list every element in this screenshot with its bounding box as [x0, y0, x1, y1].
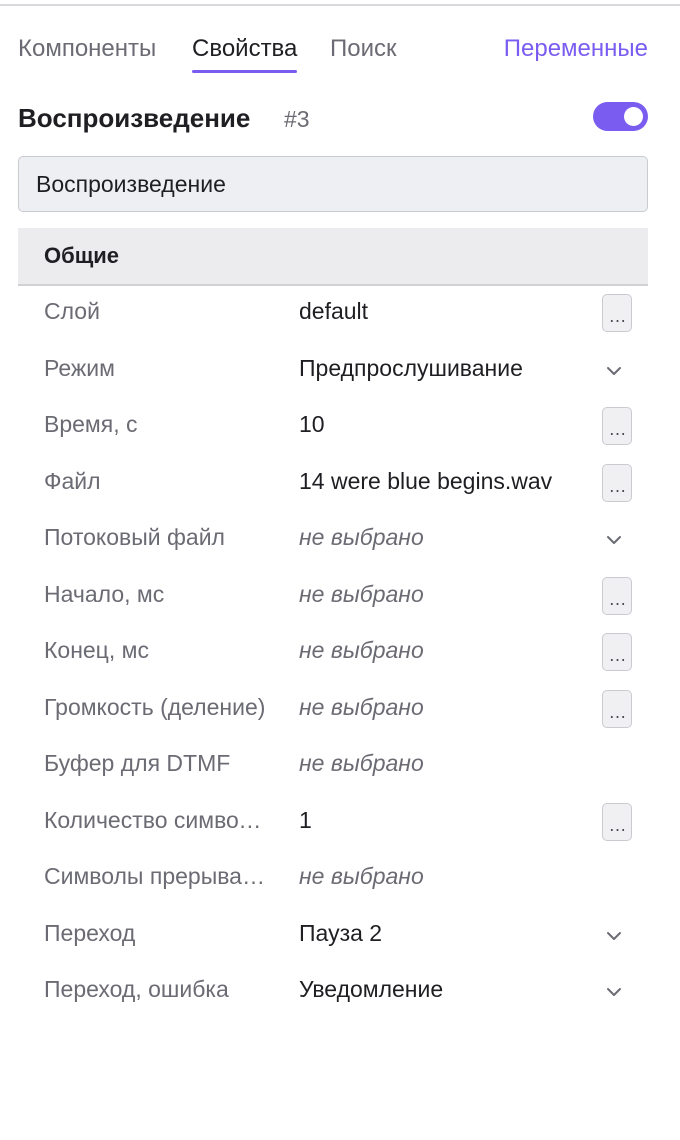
top-border — [0, 4, 680, 6]
more-options-button[interactable]: … — [602, 577, 632, 615]
tab-properties[interactable]: Свойства — [192, 34, 298, 73]
property-label: Переход — [44, 920, 136, 946]
property-value[interactable]: не выбрано — [299, 581, 571, 608]
more-options-button[interactable]: … — [602, 633, 632, 671]
property-row: Конец, мс не выбрано … — [0, 625, 680, 681]
property-label: Буфер для DTMF — [44, 750, 231, 776]
more-options-button[interactable]: … — [602, 407, 632, 445]
chevron-down-icon[interactable] — [604, 926, 624, 946]
more-options-button[interactable]: … — [602, 464, 632, 502]
property-value[interactable]: не выбрано — [299, 863, 571, 890]
property-value[interactable]: не выбрано — [299, 524, 571, 551]
property-label: Время, с — [44, 411, 138, 437]
tab-variables[interactable]: Переменные — [504, 34, 648, 64]
property-value[interactable]: не выбрано — [299, 637, 571, 664]
property-label: Переход, ошибка — [44, 976, 229, 1002]
chevron-down-icon[interactable] — [604, 982, 624, 1002]
section-title: Общие — [44, 243, 120, 268]
property-value[interactable]: не выбрано — [299, 694, 571, 721]
property-value[interactable]: 1 — [299, 807, 571, 834]
property-label: Слой — [44, 298, 100, 324]
toggle-knob — [624, 107, 643, 126]
property-row: Режим Предпрослушивание — [0, 343, 680, 399]
property-row: Слой default … — [0, 286, 680, 342]
property-row: Начало, мс не выбрано … — [0, 569, 680, 625]
property-value[interactable]: default — [299, 298, 571, 325]
property-label: Потоковый файл — [44, 524, 225, 550]
property-label: Режим — [44, 355, 115, 381]
property-label: Громкость (деление) — [44, 694, 266, 720]
property-row: Громкость (деление) не выбрано … — [0, 682, 680, 738]
section-header-general[interactable]: Общие — [18, 228, 648, 286]
tab-search[interactable]: Поиск — [330, 34, 397, 64]
node-id: #3 — [284, 106, 310, 132]
panel-tabs: Компоненты Свойства Поиск Переменные — [18, 34, 648, 74]
property-value[interactable]: 10 — [299, 411, 571, 438]
property-row: Символы прерывания не выбрано — [0, 851, 680, 907]
property-value[interactable]: Пауза 2 — [299, 920, 571, 947]
property-label: Количество символов — [44, 807, 266, 833]
more-options-button[interactable]: … — [602, 803, 632, 841]
tab-components[interactable]: Компоненты — [18, 34, 156, 64]
property-label: Начало, мс — [44, 581, 165, 607]
property-row: Переход, ошибка Уведомление — [0, 964, 680, 1020]
property-label: Символы прерывания — [44, 863, 266, 889]
property-value[interactable]: не выбрано — [299, 750, 571, 777]
more-options-button[interactable]: … — [602, 690, 632, 728]
property-row: Буфер для DTMF не выбрано — [0, 738, 680, 794]
property-value[interactable]: Предпрослушивание — [299, 355, 571, 382]
property-value[interactable]: Уведомление — [299, 976, 571, 1003]
property-value[interactable]: 14 were blue begins.wav — [299, 468, 571, 495]
property-row: Время, с 10 … — [0, 399, 680, 455]
property-label: Конец, мс — [44, 637, 149, 663]
chevron-down-icon[interactable] — [604, 530, 624, 550]
property-row: Файл 14 were blue begins.wav … — [0, 456, 680, 512]
property-row: Переход Пауза 2 — [0, 908, 680, 964]
enabled-toggle[interactable] — [593, 102, 648, 131]
node-name-input[interactable] — [18, 156, 648, 212]
property-row: Количество символов 1 … — [0, 795, 680, 851]
more-options-button[interactable]: … — [602, 294, 632, 332]
property-label: Файл — [44, 468, 101, 494]
node-title: Воспроизведение — [18, 103, 251, 133]
property-row: Потоковый файл не выбрано — [0, 512, 680, 568]
chevron-down-icon[interactable] — [604, 361, 624, 381]
